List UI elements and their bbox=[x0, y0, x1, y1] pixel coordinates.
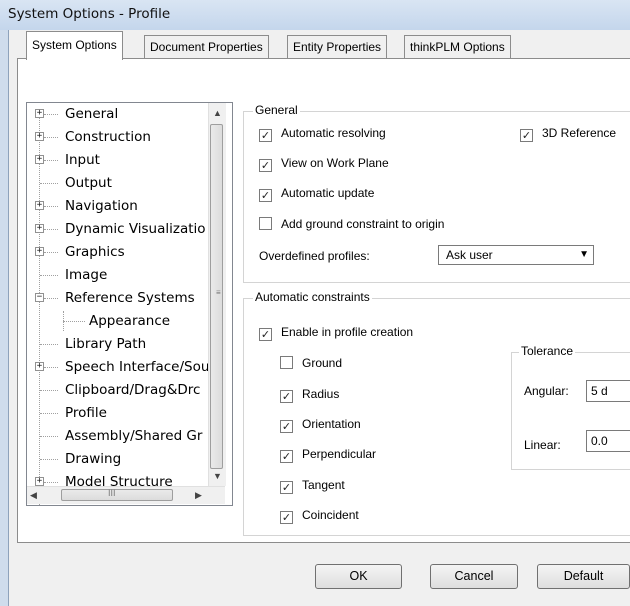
tree-item-label: General bbox=[65, 106, 119, 122]
tree-item-label: Construction bbox=[65, 129, 151, 145]
linear-label: Linear: bbox=[524, 438, 561, 452]
tree-item-label: Assembly/Shared Gr bbox=[65, 428, 203, 444]
tree-item-label: Speech Interface/Sou bbox=[65, 359, 210, 375]
view-on-work-plane-checkbox[interactable]: ✓ View on Work Plane bbox=[259, 155, 389, 173]
checkbox-box bbox=[259, 217, 272, 230]
tree-item-label: Output bbox=[65, 175, 112, 191]
tab-thinkplm-options[interactable]: thinkPLM Options bbox=[404, 35, 511, 59]
checkbox-label: Orientation bbox=[302, 417, 361, 431]
tree-item-label: Reference Systems bbox=[65, 290, 195, 306]
grip-icon: III bbox=[108, 488, 116, 498]
expand-icon[interactable]: + bbox=[35, 477, 44, 486]
expand-icon[interactable]: + bbox=[35, 224, 44, 233]
coincident-checkbox[interactable]: ✓ Coincident bbox=[280, 507, 359, 525]
checkbox-label: Ground bbox=[302, 356, 343, 370]
tree-item-label: Drawing bbox=[65, 451, 122, 467]
check-icon: ✓ bbox=[259, 189, 272, 202]
expand-icon[interactable]: + bbox=[35, 155, 44, 164]
enable-in-profile-creation-checkbox[interactable]: ✓ Enable in profile creation bbox=[259, 324, 413, 342]
checkbox-label: View on Work Plane bbox=[281, 156, 389, 170]
checkbox-label: Tangent bbox=[302, 478, 345, 492]
tangent-checkbox[interactable]: ✓ Tangent bbox=[280, 477, 345, 495]
tolerance-title: Tolerance bbox=[519, 344, 576, 358]
linear-tolerance-input[interactable]: 0.0 bbox=[586, 430, 630, 452]
title-bar: System Options - Profile bbox=[0, 0, 630, 30]
check-icon: ✓ bbox=[259, 159, 272, 172]
checkbox-label: Automatic resolving bbox=[281, 126, 386, 140]
expand-icon[interactable]: + bbox=[35, 132, 44, 141]
select-value: Ask user bbox=[446, 248, 493, 262]
scroll-right-arrow-icon[interactable]: ▶ bbox=[195, 490, 202, 501]
tree-item-label: Input bbox=[65, 152, 100, 168]
tree-item-label: Library Path bbox=[65, 336, 147, 352]
tree-item-label: Dynamic Visualizatio bbox=[65, 221, 206, 237]
ok-button[interactable]: OK bbox=[315, 564, 402, 589]
default-button[interactable]: Default bbox=[537, 564, 630, 589]
tab-document-properties[interactable]: Document Properties bbox=[144, 35, 269, 59]
check-icon: ✓ bbox=[280, 481, 293, 494]
general-group-title: General bbox=[253, 103, 300, 117]
3d-reference-checkbox[interactable]: ✓ 3D Reference bbox=[520, 125, 616, 143]
ground-checkbox[interactable]: Ground bbox=[280, 355, 342, 373]
automatic-constraints-title: Automatic constraints bbox=[253, 290, 372, 304]
angular-tolerance-input[interactable]: 5 d bbox=[586, 380, 630, 402]
checkbox-label: Automatic update bbox=[281, 186, 375, 200]
chevron-down-icon[interactable]: ▼ bbox=[579, 246, 589, 264]
radius-checkbox[interactable]: ✓ Radius bbox=[280, 386, 339, 404]
tree-item-label: Image bbox=[65, 267, 108, 283]
options-tree[interactable]: + General + Construction + Input Output … bbox=[26, 102, 233, 506]
expand-icon[interactable]: + bbox=[35, 362, 44, 371]
grip-icon: ≡ bbox=[216, 288, 221, 297]
tree-horizontal-scroll-thumb[interactable] bbox=[61, 489, 173, 501]
automatic-resolving-checkbox[interactable]: ✓ Automatic resolving bbox=[259, 125, 386, 143]
tree-item-label: Navigation bbox=[65, 198, 138, 214]
expand-icon[interactable]: + bbox=[35, 109, 44, 118]
cancel-button[interactable]: Cancel bbox=[430, 564, 518, 589]
overdefined-profiles-select[interactable]: Ask user ▼ bbox=[438, 245, 594, 265]
check-icon: ✓ bbox=[520, 129, 533, 142]
tree-item-label: Clipboard/Drag&Drc bbox=[65, 382, 201, 398]
checkbox-label: Perpendicular bbox=[302, 447, 377, 461]
checkbox-label: Add ground constraint to origin bbox=[281, 217, 445, 231]
check-icon: ✓ bbox=[259, 129, 272, 142]
tab-entity-properties[interactable]: Entity Properties bbox=[287, 35, 388, 59]
tree-item-label: Graphics bbox=[65, 244, 125, 260]
checkbox-box bbox=[280, 356, 293, 369]
tolerance-group bbox=[511, 352, 630, 470]
scroll-up-arrow-icon[interactable]: ▲ bbox=[213, 108, 222, 118]
checkbox-label: 3D Reference bbox=[542, 126, 617, 140]
scroll-down-arrow-icon[interactable]: ▼ bbox=[213, 471, 222, 481]
tree-item-label: Appearance bbox=[89, 313, 171, 329]
orientation-checkbox[interactable]: ✓ Orientation bbox=[280, 416, 361, 434]
overdefined-profiles-label: Overdefined profiles: bbox=[259, 249, 370, 263]
checkbox-label: Radius bbox=[302, 387, 340, 401]
check-icon: ✓ bbox=[280, 511, 293, 524]
window-title: System Options - Profile bbox=[8, 6, 171, 22]
check-icon: ✓ bbox=[280, 420, 293, 433]
check-icon: ✓ bbox=[259, 328, 272, 341]
check-icon: ✓ bbox=[280, 450, 293, 463]
automatic-update-checkbox[interactable]: ✓ Automatic update bbox=[259, 185, 374, 203]
perpendicular-checkbox[interactable]: ✓ Perpendicular bbox=[280, 446, 376, 464]
tab-system-options[interactable]: System Options bbox=[26, 31, 123, 60]
check-icon: ✓ bbox=[280, 390, 293, 403]
checkbox-label: Enable in profile creation bbox=[281, 325, 414, 339]
expand-icon[interactable]: + bbox=[35, 201, 44, 210]
angular-label: Angular: bbox=[524, 384, 569, 398]
add-ground-constraint-checkbox[interactable]: Add ground constraint to origin bbox=[259, 216, 444, 234]
collapse-icon[interactable]: − bbox=[35, 293, 44, 302]
scroll-left-arrow-icon[interactable]: ◀ bbox=[30, 490, 37, 501]
checkbox-label: Coincident bbox=[302, 508, 359, 522]
expand-icon[interactable]: + bbox=[35, 247, 44, 256]
tree-item-label: Profile bbox=[65, 405, 107, 421]
